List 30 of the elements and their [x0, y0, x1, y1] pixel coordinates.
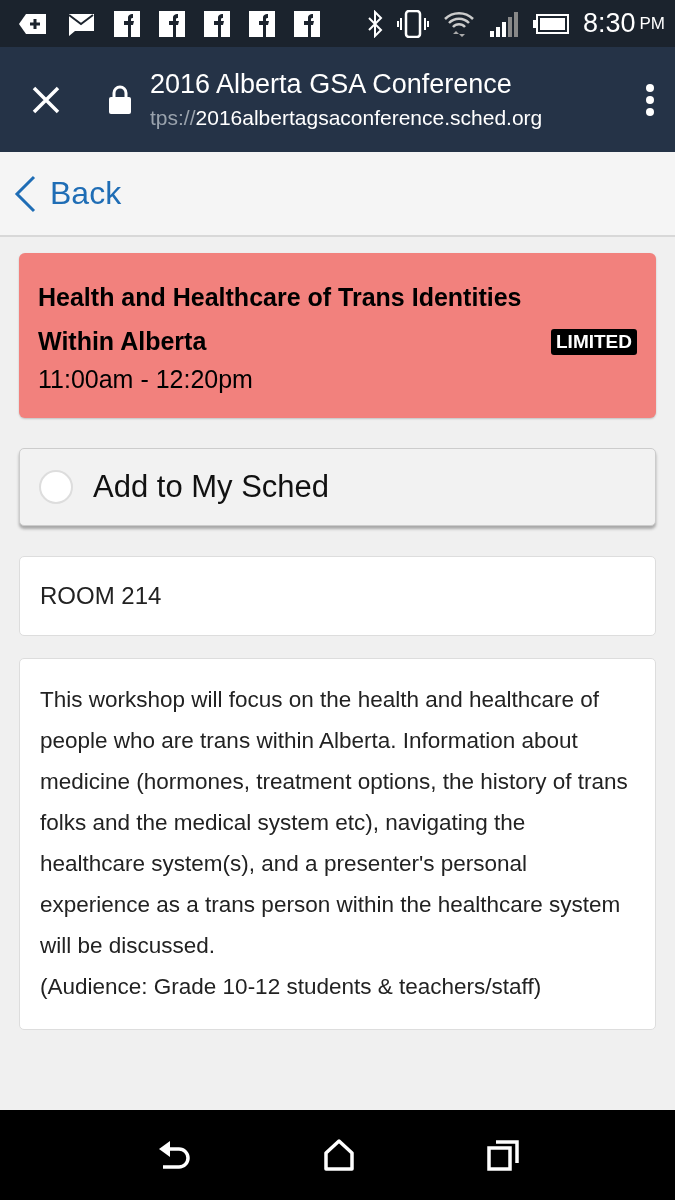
battery-icon	[532, 13, 569, 34]
room-label: ROOM 214	[40, 582, 162, 610]
page-title: 2016 Alberta GSA Conference	[150, 69, 513, 100]
chevron-left-icon	[14, 174, 36, 213]
back-link[interactable]: Back	[14, 174, 122, 213]
vibrate-icon	[396, 9, 429, 38]
signal-icon	[488, 10, 519, 37]
clock-time: 8:30	[582, 8, 636, 39]
schedule-checkbox[interactable]	[39, 470, 73, 504]
facebook-icon	[114, 10, 140, 37]
menu-icon[interactable]	[645, 83, 655, 116]
add-tag-icon	[18, 12, 48, 35]
wifi-icon	[442, 9, 475, 38]
facebook-icon	[204, 10, 230, 37]
url-text[interactable]: tps://2016albertagsaconference.sched.org	[150, 106, 645, 130]
facebook-icon	[249, 10, 275, 37]
home-icon[interactable]	[323, 1139, 354, 1171]
recent-apps-icon[interactable]	[486, 1139, 519, 1171]
session-title: Health and Healthcare of Trans Identities Within Alberta	[38, 282, 523, 357]
add-to-schedule-button[interactable]: Add to My Sched	[19, 448, 656, 526]
clock-period: PM	[639, 13, 665, 34]
lock-icon	[108, 84, 132, 115]
limited-badge: LIMITED	[551, 329, 637, 355]
description-text: This workshop will focus on the health and healthcare of people who are trans within Alberta. Information about medicine (hormones, treatment options, the history of trans folks and the medical system etc), navigating the healthcare system(s), and a presenter's personal experience as a trans person within the healthcare system will be discussed.	[40, 686, 629, 960]
bluetooth-icon	[366, 9, 383, 38]
close-icon[interactable]	[32, 85, 60, 114]
facebook-icon	[294, 10, 320, 37]
session-time: 11:00am - 12:20pm	[38, 365, 254, 394]
description-text: (Audience: Grade 10-12 students & teachers/staff)	[40, 973, 543, 1001]
facebook-icon	[159, 10, 185, 37]
